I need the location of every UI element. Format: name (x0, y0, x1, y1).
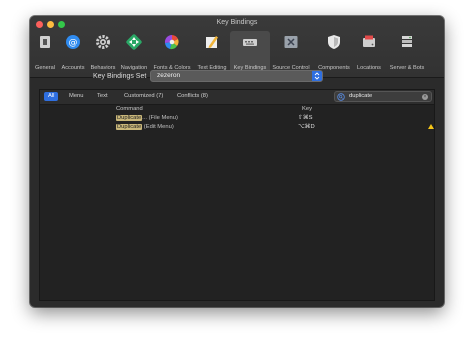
filter-all-tab[interactable]: All (44, 92, 59, 101)
general-icon (40, 36, 50, 48)
tab-general[interactable]: General (32, 31, 58, 74)
clear-search-icon[interactable]: × (422, 94, 428, 100)
tab-fonts-colors[interactable]: Fonts & Colors (150, 31, 194, 74)
tab-navigation[interactable]: Navigation (118, 31, 150, 74)
filter-menu-tab[interactable]: Menu (65, 92, 88, 101)
tab-server-bots[interactable]: Server & Bots (386, 31, 428, 74)
keyboard-icon (243, 39, 257, 46)
gear-icon (96, 35, 110, 49)
tab-key-bindings[interactable]: Key Bindings (230, 31, 270, 74)
shield-icon (328, 35, 340, 49)
navigation-arrows-icon (126, 34, 142, 50)
source-control-icon (284, 36, 298, 48)
command-column-header[interactable]: Command (116, 106, 143, 112)
key-bindings-set-select[interactable]: zezeron (150, 70, 323, 82)
tab-accounts[interactable]: @ Accounts (58, 31, 88, 74)
window-title: Key Bindings (216, 19, 258, 26)
key-bindings-set-label: Key Bindings Set (93, 73, 147, 80)
key-cell[interactable]: ⇧⌘S (298, 115, 313, 121)
command-cell: Duplicate... (File Menu) (116, 115, 178, 121)
search-icon (337, 93, 345, 101)
title-bar: Key Bindings General @ Accounts Behavior… (30, 16, 444, 78)
preferences-toolbar: General @ Accounts Behaviors Navigation … (30, 31, 444, 75)
search-match: Duplicate (116, 115, 143, 121)
tab-locations[interactable]: Locations (354, 31, 384, 74)
filter-conflicts-tab[interactable]: Conflicts (8) (173, 92, 212, 101)
bindings-panel: All Menu Text Customized (7) Conflicts (… (39, 89, 435, 301)
tab-behaviors[interactable]: Behaviors (88, 31, 118, 74)
tab-components[interactable]: Components (314, 31, 354, 74)
filter-text-tab[interactable]: Text (93, 92, 112, 101)
tab-navigation-label: Navigation (120, 65, 148, 71)
tab-accounts-label: Accounts (61, 65, 85, 71)
filter-bar: All Menu Text Customized (7) Conflicts (… (40, 90, 434, 105)
tab-locations-label: Locations (357, 65, 381, 71)
chevron-updown-icon (312, 71, 322, 81)
command-context: (Edit Menu) (142, 124, 174, 130)
tab-server-bots-label: Server & Bots (389, 65, 425, 71)
at-sign-icon: @ (66, 35, 80, 49)
tab-behaviors-label: Behaviors (90, 65, 116, 71)
key-bindings-set-value: zezeron (157, 72, 181, 79)
table-row[interactable]: Duplicate (Edit Menu) ⌥⌘D (40, 124, 434, 133)
command-cell: Duplicate (Edit Menu) (116, 124, 174, 130)
search-input[interactable]: duplicate (349, 93, 372, 99)
pencil-paper-icon (206, 36, 218, 48)
search-match: Duplicate (116, 124, 143, 130)
color-wheel-icon (164, 34, 179, 50)
table-row[interactable]: Duplicate... (File Menu) ⇧⌘S (40, 115, 434, 124)
drive-icon (363, 35, 375, 47)
tab-general-label: General (35, 65, 55, 71)
search-field[interactable]: duplicate × (334, 91, 432, 102)
tab-text-editing[interactable]: Text Editing (194, 31, 230, 74)
key-cell[interactable]: ⌥⌘D (298, 124, 315, 130)
command-context: ... (File Menu) (142, 115, 178, 121)
svg-text:@: @ (69, 38, 78, 48)
key-column-header[interactable]: Key (302, 106, 312, 112)
conflict-warning-icon (428, 124, 434, 129)
tab-source-control[interactable]: Source Control (270, 31, 312, 74)
filter-customized-tab[interactable]: Customized (7) (120, 92, 167, 101)
server-icon (402, 36, 412, 47)
